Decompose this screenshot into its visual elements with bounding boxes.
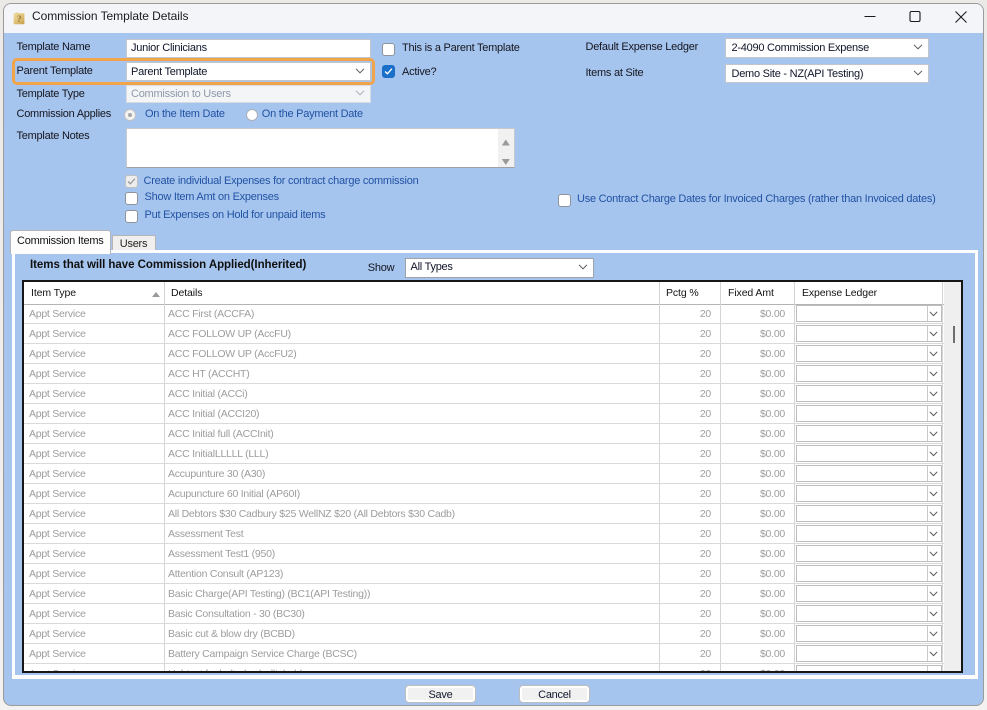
- svg-text:?: ?: [17, 15, 22, 25]
